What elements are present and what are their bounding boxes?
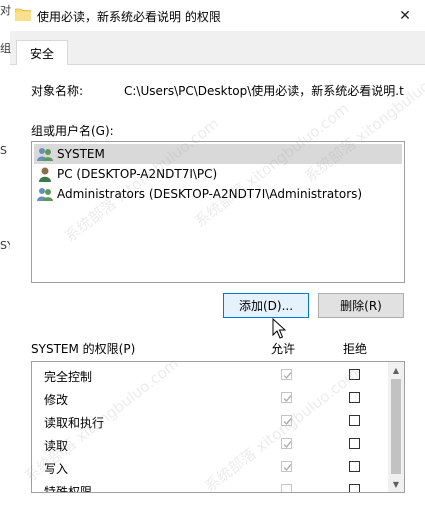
- permission-name: 读取和执行: [44, 416, 105, 430]
- background-window-text: 对: [0, 4, 11, 17]
- deny-checkbox[interactable]: [349, 369, 360, 380]
- user-name: PC (DESKTOP-A2NDT7I\PC): [57, 167, 218, 181]
- allow-column-header: 允许: [271, 342, 296, 356]
- permission-row: 读取和执行: [32, 410, 387, 433]
- permission-name: 读取: [44, 439, 69, 453]
- scroll-down-arrow-icon[interactable]: ▼: [388, 476, 404, 492]
- allow-checkbox: [281, 392, 292, 403]
- permission-name: 写入: [44, 462, 69, 476]
- user-list-item-pc[interactable]: PC (DESKTOP-A2NDT7I\PC): [34, 164, 402, 184]
- allow-checkbox: [281, 438, 292, 449]
- permissions-list: 完全控制 修改 读取和执行 读取 写入 特殊权限 ▲ ▼: [31, 361, 405, 493]
- title-bar: 对 使用必读，新系统必看说明 的权限 ✕: [0, 0, 425, 31]
- user-name: SYSTEM: [57, 147, 105, 161]
- check-mark-icon: [283, 441, 292, 449]
- permission-name: 完全控制: [44, 370, 93, 384]
- deny-checkbox[interactable]: [349, 415, 360, 426]
- deny-checkbox[interactable]: [349, 461, 360, 472]
- group-user-label: 组或用户名(G):: [31, 124, 114, 138]
- user-list-item-system[interactable]: SYSTEM: [34, 144, 402, 164]
- mouse-cursor-icon: [272, 318, 286, 339]
- permission-name: 特殊权限: [44, 485, 93, 493]
- user-list-item-administrators[interactable]: Administrators (DESKTOP-A2NDT7I\Administ…: [34, 184, 402, 204]
- background-label-0: 组: [0, 42, 11, 55]
- permissions-scrollbar[interactable]: ▲ ▼: [388, 362, 404, 492]
- folder-icon: [15, 8, 31, 21]
- background-label-1: S: [0, 144, 7, 157]
- object-name-label: 对象名称:: [31, 84, 84, 98]
- deny-checkbox[interactable]: [349, 438, 360, 449]
- remove-button[interactable]: 删除(R): [318, 293, 404, 318]
- allow-checkbox: [281, 484, 292, 492]
- user-name: Administrators (DESKTOP-A2NDT7I\Administ…: [57, 187, 363, 201]
- permission-row: 特殊权限: [32, 479, 387, 493]
- user-list[interactable]: SYSTEM PC (DESKTOP-A2NDT7I\PC) Administr…: [31, 141, 405, 283]
- permission-row: 读取: [32, 433, 387, 456]
- background-window-strip: 组 S SY: [0, 31, 14, 527]
- check-mark-icon: [283, 418, 292, 426]
- check-mark-icon: [283, 395, 292, 403]
- close-button[interactable]: ✕: [385, 0, 425, 31]
- deny-checkbox[interactable]: [349, 484, 360, 492]
- permission-row: 写入: [32, 456, 387, 479]
- permission-name: 修改: [44, 393, 69, 407]
- window-title: 使用必读，新系统必看说明 的权限: [37, 10, 221, 24]
- tab-security-label: 安全: [29, 46, 54, 61]
- permissions-title: SYSTEM 的权限(P): [31, 342, 136, 356]
- allow-checkbox: [281, 369, 292, 380]
- scroll-thumb[interactable]: [391, 379, 401, 474]
- permission-row: 完全控制: [32, 364, 387, 387]
- group-users-icon: [37, 188, 53, 201]
- deny-column-header: 拒绝: [343, 342, 368, 356]
- scroll-up-arrow-icon[interactable]: ▲: [388, 362, 404, 378]
- close-icon: ✕: [399, 7, 411, 24]
- tab-security[interactable]: 安全: [16, 40, 68, 65]
- allow-checkbox: [281, 461, 292, 472]
- allow-checkbox: [281, 415, 292, 426]
- user-icon: [39, 167, 51, 182]
- group-users-icon: [37, 148, 53, 161]
- check-mark-icon: [283, 464, 292, 472]
- add-button[interactable]: 添加(D)...: [223, 293, 309, 318]
- permissions-dialog: 对 使用必读，新系统必看说明 的权限 ✕ 组 S SY 安全 对象名称: C:\…: [0, 0, 425, 527]
- object-name-value: C:\Users\PC\Desktop\使用必读，新系统必看说明.t: [124, 84, 404, 98]
- deny-checkbox[interactable]: [349, 392, 360, 403]
- check-mark-icon: [283, 372, 292, 380]
- permission-row: 修改: [32, 387, 387, 410]
